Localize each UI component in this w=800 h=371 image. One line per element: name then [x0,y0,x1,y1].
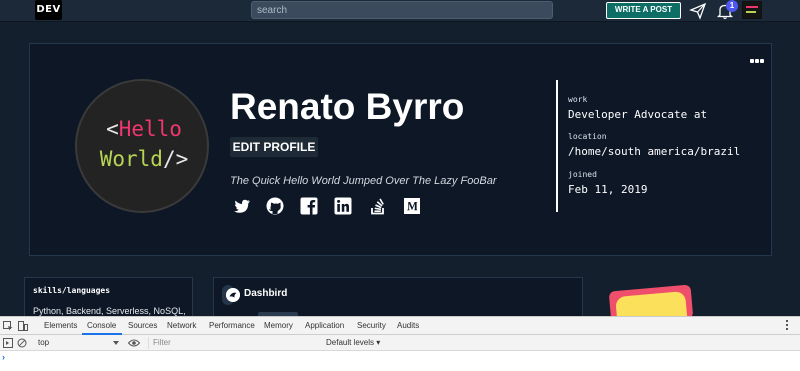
tab-security[interactable]: Security [357,321,386,330]
log-levels-dropdown[interactable]: Default levels ▾ [326,337,386,349]
clear-console-icon[interactable] [17,338,27,348]
search-input[interactable] [251,1,553,19]
location-value: /home/south america/brazil [568,145,741,158]
console-prompt[interactable]: › [2,352,5,362]
medium-icon[interactable] [402,196,422,216]
console-filter-input[interactable]: Filter [148,337,318,349]
tab-elements[interactable]: Elements [44,321,77,330]
inspect-element-icon[interactable] [3,321,13,331]
stackoverflow-icon[interactable] [368,196,388,216]
avatar-text-line-2: World/> [99,147,189,171]
profile-tagline: The Quick Hello World Jumped Over The La… [230,175,497,187]
more-options-icon[interactable] [750,50,766,63]
write-post-button[interactable]: WRITE A POST [606,2,681,19]
facebook-icon[interactable] [299,196,319,216]
devtools-tab-bar: Elements Console Sources Network Perform… [0,317,800,335]
organization-label: Dashbird [244,288,288,299]
work-value: Developer Advocate at [568,108,708,121]
send-icon[interactable] [689,2,707,20]
top-navbar: DEV WRITE A POST 1 [0,0,800,22]
page: DEV WRITE A POST 1 <Hello Worl [0,0,800,371]
tab-network[interactable]: Network [167,321,196,330]
organization-tag[interactable]: Dashbird [222,285,287,305]
github-icon[interactable] [265,196,285,216]
linkedin-icon[interactable] [333,196,353,216]
device-toggle-icon[interactable] [18,321,28,331]
edit-profile-button[interactable]: EDIT PROFILE [230,137,318,157]
console-sidebar-toggle-icon[interactable] [3,338,13,348]
devtools-panel: Elements Console Sources Network Perform… [0,316,800,371]
info-divider [556,80,558,212]
location-label: location [568,132,607,141]
context-selector[interactable]: top [35,337,121,349]
tab-console[interactable]: Console [87,321,116,330]
user-avatar[interactable] [742,1,762,19]
devtools-menu-icon[interactable] [786,320,789,331]
tab-application[interactable]: Application [305,321,344,330]
avatar-thumbnail-icon [743,2,761,18]
chevron-down-icon [113,341,119,345]
twitter-icon[interactable] [232,196,252,216]
tab-memory[interactable]: Memory [264,321,293,330]
skills-list: Python, Backend, Serverless, NoSQL, [33,306,186,316]
joined-label: joined [568,170,597,179]
profile-name: Renato Byrro [230,86,465,127]
profile-header-card: <Hello World/> Renato Byrro EDIT PROFILE… [29,43,772,256]
avatar-text-line-1: <Hello [106,117,182,141]
console-toolbar: top Filter Default levels ▾ [0,335,800,351]
profile-avatar: <Hello World/> [75,79,209,213]
work-label: work [568,95,588,104]
dashbird-logo-icon [226,288,240,302]
tab-performance[interactable]: Performance [209,321,255,330]
notification-count-badge: 1 [726,0,738,12]
live-expression-eye-icon[interactable] [128,339,140,347]
joined-value: Feb 11, 2019 [568,183,648,196]
dev-logo[interactable]: DEV [35,0,62,20]
tab-audits[interactable]: Audits [397,321,419,330]
skills-title: skills/languages [33,286,111,295]
tab-sources[interactable]: Sources [128,321,157,330]
